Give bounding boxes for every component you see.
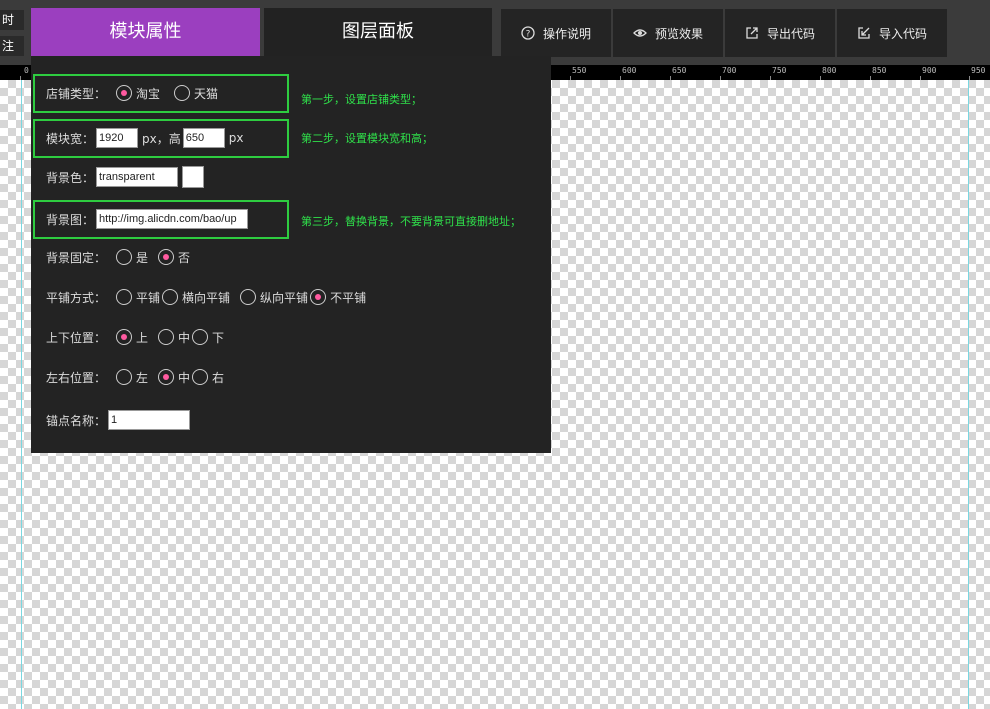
h-pos-label: 左右位置： xyxy=(46,370,107,385)
ruler-label: 650 xyxy=(672,66,687,75)
radio-middle[interactable] xyxy=(158,329,175,345)
height-input[interactable]: 650 xyxy=(182,128,225,148)
export-label: 导出代码 xyxy=(766,26,815,41)
radio-tile-x[interactable] xyxy=(162,289,179,305)
v-pos-label: 上下位置： xyxy=(46,330,107,345)
eye-icon xyxy=(633,29,647,37)
ruler-label: 600 xyxy=(622,66,637,75)
ruler-label: 0 xyxy=(24,66,29,75)
help-button[interactable]: ? 操作说明 xyxy=(501,9,611,57)
option-fixed-yes[interactable]: 是 xyxy=(136,249,148,266)
ruler-label: 550 xyxy=(572,66,587,75)
ruler-label: 800 xyxy=(822,66,837,75)
import-icon xyxy=(858,27,870,39)
radio-fixed-no[interactable] xyxy=(158,249,175,265)
ruler-label: 900 xyxy=(922,66,937,75)
svg-text:?: ? xyxy=(526,30,531,40)
tab-module-properties[interactable]: 模块属性 xyxy=(31,8,260,56)
right-guide-line[interactable] xyxy=(968,80,969,709)
import-button[interactable]: 导入代码 xyxy=(837,9,947,57)
bg-image-row: 背景图： http://img.alicdn.com/bao/up xyxy=(46,208,249,230)
option-fixed-no[interactable]: 否 xyxy=(178,249,190,266)
radio-center[interactable] xyxy=(158,369,175,385)
step1-hint: 第一步，设置店铺类型； xyxy=(301,93,422,106)
preview-button[interactable]: 预览效果 xyxy=(613,9,723,57)
option-tmall[interactable]: 天猫 xyxy=(194,85,218,102)
radio-bottom[interactable] xyxy=(192,329,209,345)
option-top[interactable]: 上 xyxy=(136,329,148,346)
bg-fixed-row: 背景固定： 是 否 xyxy=(46,246,192,268)
radio-tile[interactable] xyxy=(116,289,133,305)
bg-color-swatch[interactable] xyxy=(182,166,205,188)
radio-top[interactable] xyxy=(116,329,133,345)
option-no-tile[interactable]: 不平铺 xyxy=(330,289,366,306)
h-pos-row: 左右位置： 左 中 右 xyxy=(46,366,226,388)
tab-layer-panel[interactable]: 图层面板 xyxy=(264,8,492,56)
external-link-icon xyxy=(746,27,758,39)
module-properties-panel: 店铺类型： 淘宝 天猫 模块宽： 1920 px，高 650 px 背景色： t… xyxy=(31,56,551,453)
option-right[interactable]: 右 xyxy=(212,369,224,386)
anchor-row: 锚点名称： 1 xyxy=(46,409,191,431)
tile-label: 平铺方式： xyxy=(46,290,107,305)
radio-tile-y[interactable] xyxy=(240,289,257,305)
help-label: 操作说明 xyxy=(542,26,591,41)
bg-fixed-label: 背景固定： xyxy=(46,250,107,265)
shop-type-label: 店铺类型： xyxy=(46,86,107,101)
import-label: 导入代码 xyxy=(878,26,927,41)
shop-type-row: 店铺类型： 淘宝 天猫 xyxy=(46,82,220,104)
height-unit: px xyxy=(228,131,244,145)
radio-left[interactable] xyxy=(116,369,133,385)
left-stub-1[interactable]: 时 xyxy=(0,10,24,30)
option-center[interactable]: 中 xyxy=(178,369,190,386)
bg-color-row: 背景色： transparent xyxy=(46,166,205,188)
option-bottom[interactable]: 下 xyxy=(212,329,224,346)
option-taobao[interactable]: 淘宝 xyxy=(136,85,160,102)
anchor-label: 锚点名称： xyxy=(46,413,107,428)
left-stub-2[interactable]: 注 xyxy=(0,36,24,56)
width-unit: px，高 xyxy=(142,131,181,146)
option-tile-y[interactable]: 纵向平铺 xyxy=(260,289,308,306)
bg-color-input[interactable]: transparent xyxy=(96,167,179,187)
ruler-label: 850 xyxy=(872,66,887,75)
size-row: 模块宽： 1920 px，高 650 px xyxy=(46,127,245,149)
width-label: 模块宽： xyxy=(46,131,95,146)
radio-no-tile[interactable] xyxy=(310,289,327,305)
bg-image-label: 背景图： xyxy=(46,212,95,227)
question-circle-icon: ? xyxy=(521,26,535,40)
radio-tmall[interactable] xyxy=(174,85,191,101)
width-input[interactable]: 1920 xyxy=(96,128,139,148)
option-middle[interactable]: 中 xyxy=(178,329,190,346)
left-guide-line[interactable] xyxy=(21,80,22,709)
option-tile-x[interactable]: 横向平铺 xyxy=(182,289,230,306)
radio-fixed-yes[interactable] xyxy=(116,249,133,265)
bg-image-input[interactable]: http://img.alicdn.com/bao/up xyxy=(96,209,249,229)
bg-color-label: 背景色： xyxy=(46,170,95,185)
v-pos-row: 上下位置： 上 中 下 xyxy=(46,326,226,348)
option-left[interactable]: 左 xyxy=(136,369,148,386)
ruler-label: 700 xyxy=(722,66,737,75)
ruler-label: 750 xyxy=(772,66,787,75)
radio-right[interactable] xyxy=(192,369,209,385)
radio-taobao[interactable] xyxy=(116,85,133,101)
ruler-label: 950 xyxy=(971,66,986,75)
preview-label: 预览效果 xyxy=(654,26,703,41)
anchor-input[interactable]: 1 xyxy=(108,410,191,430)
step2-hint: 第二步，设置模块宽和高； xyxy=(301,132,433,145)
option-tile[interactable]: 平铺 xyxy=(136,289,160,306)
tile-row: 平铺方式： 平铺 横向平铺 纵向平铺 不平铺 xyxy=(46,286,368,308)
step3-hint: 第三步，替换背景，不要背景可直接删地址； xyxy=(301,215,521,228)
export-button[interactable]: 导出代码 xyxy=(725,9,835,57)
